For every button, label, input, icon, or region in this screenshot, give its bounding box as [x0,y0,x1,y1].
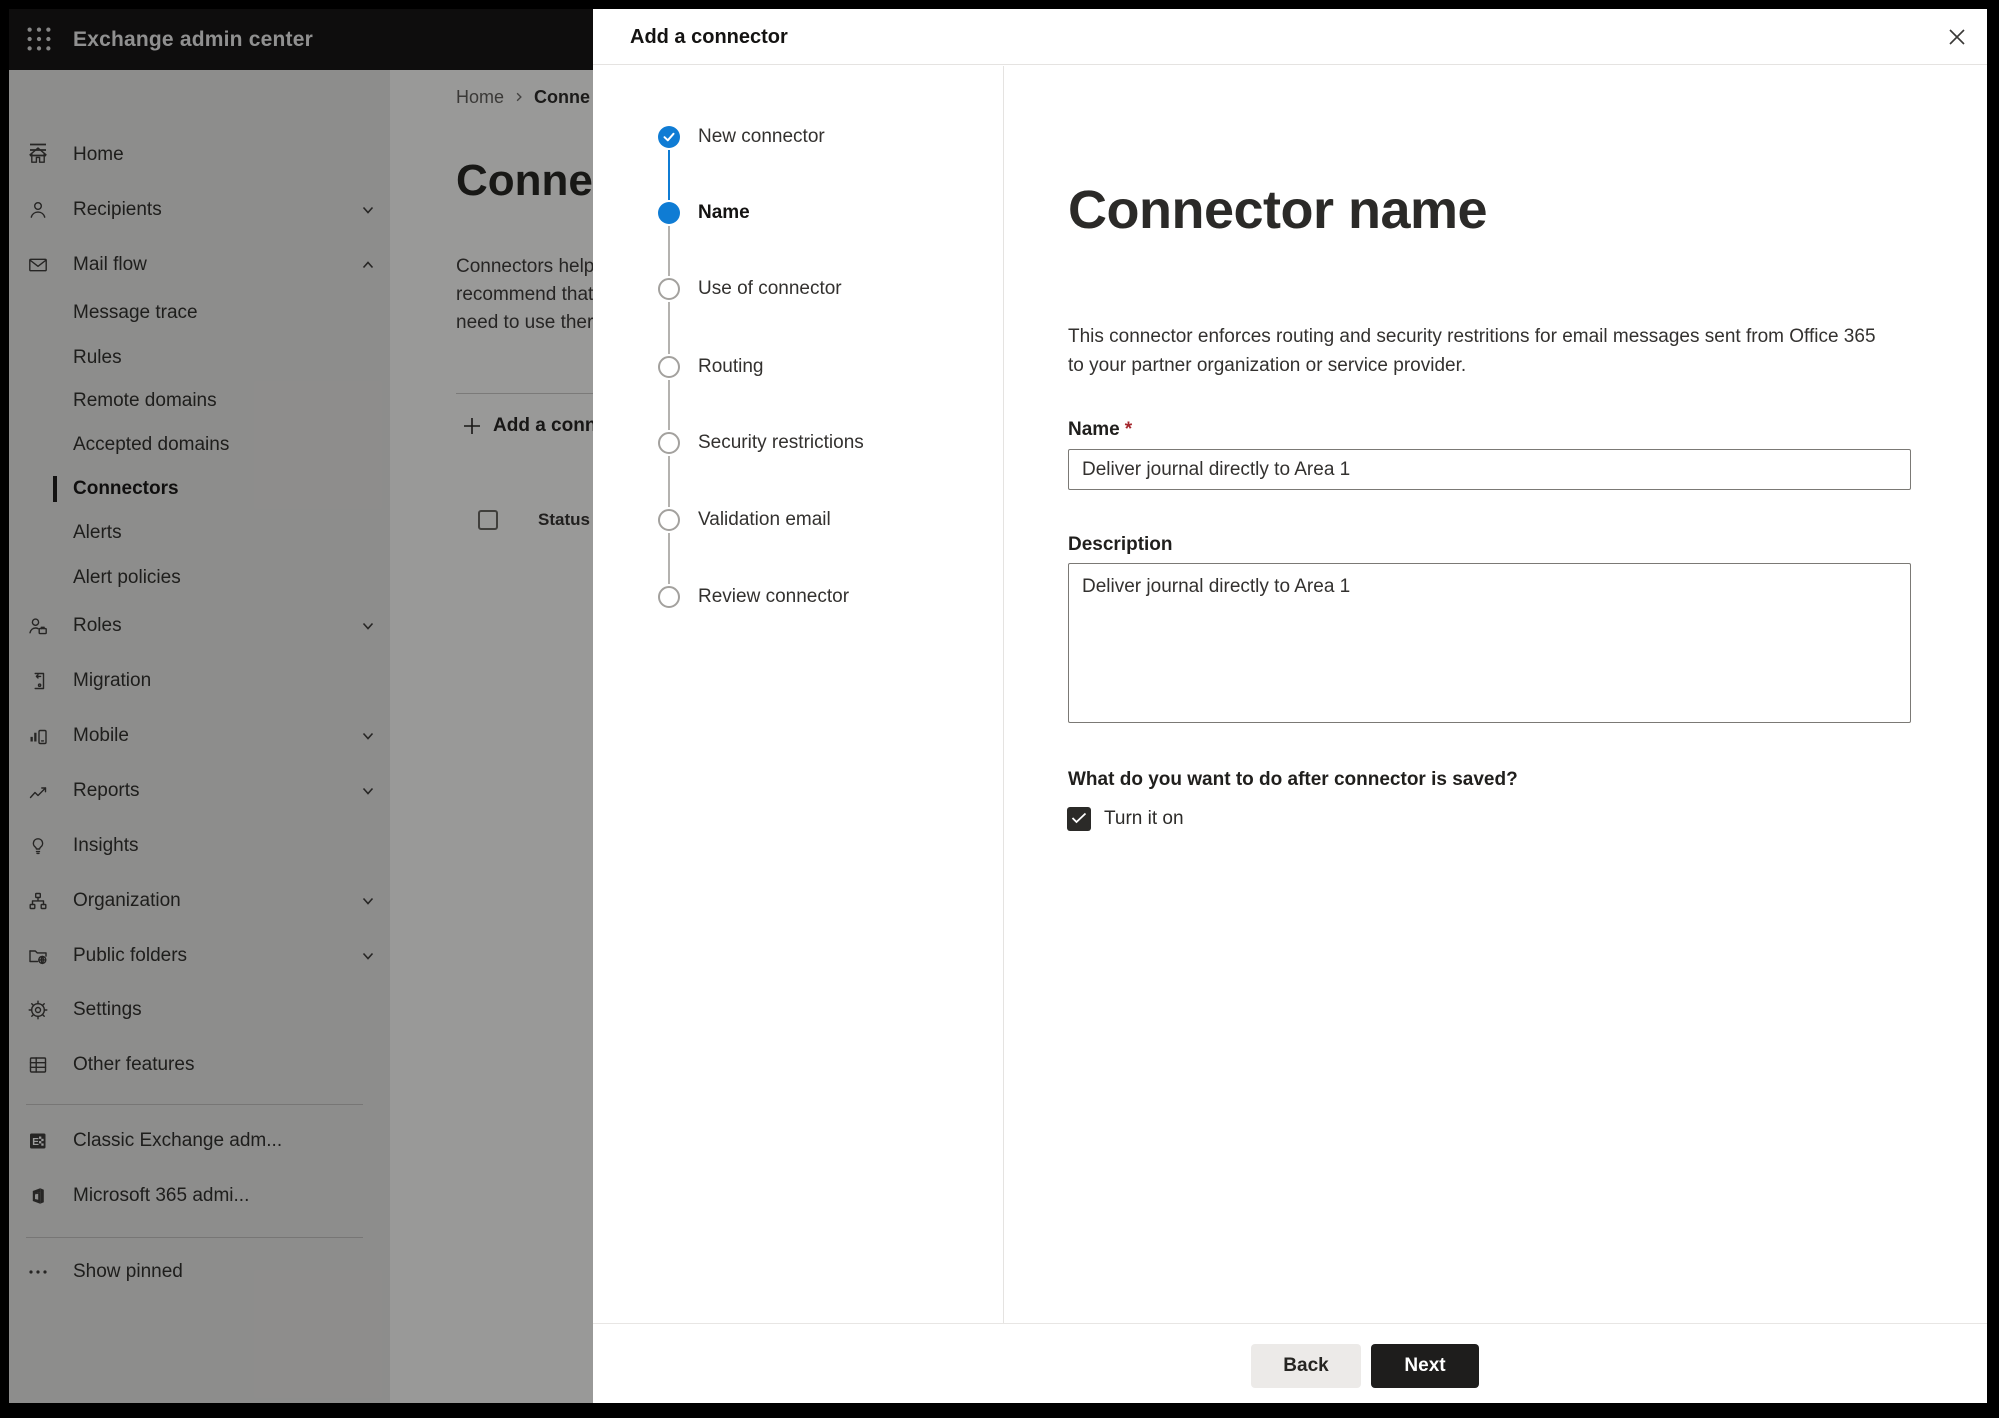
turn-it-on-checkbox[interactable] [1067,807,1091,831]
step-label: Routing [698,356,764,377]
dialog-title: Add a connector [630,26,788,48]
step-connector-line [668,302,670,354]
step-circle-current [658,202,680,224]
step-security-restrictions[interactable]: Security restrictions [593,430,1003,456]
close-icon[interactable] [1943,23,1971,51]
turn-it-on-label: Turn it on [1104,808,1184,829]
required-asterisk: * [1124,419,1133,440]
dialog-body: New connector Name Use of connector Routing… [593,66,1987,1323]
step-validation-email[interactable]: Validation email [593,507,1003,533]
screen: Exchange admin center Home Recipients Mail… [9,9,1987,1403]
step-intro-line: This connector enforces routing and secu… [1068,326,1876,347]
description-textarea[interactable]: Deliver journal directly to Area 1 [1068,563,1911,723]
next-button[interactable]: Next [1371,1344,1479,1388]
modal-scrim [9,9,593,1403]
step-connector-line [668,533,670,584]
step-circle-upcoming [658,278,680,300]
after-save-question: What do you want to do after connector i… [1068,769,1518,790]
step-circle-upcoming [658,356,680,378]
step-label: Validation email [698,509,831,530]
step-connector-line [668,150,670,200]
description-field-label: Description [1068,534,1173,555]
back-button[interactable]: Back [1251,1344,1361,1388]
step-connector-line [668,456,670,507]
add-connector-dialog: Add a connector New connector Name Use of … [593,9,1987,1403]
step-label: Use of connector [698,278,842,299]
dialog-footer: Back Next [593,1323,1987,1403]
step-routing[interactable]: Routing [593,354,1003,380]
wizard-step-content: Connector name This connector enforces r… [1005,66,1987,1323]
step-label: Name [698,202,750,223]
step-use-of-connector[interactable]: Use of connector [593,276,1003,302]
step-review-connector[interactable]: Review connector [593,584,1003,610]
step-circle-upcoming [658,509,680,531]
checkmark-icon [1071,812,1087,824]
step-intro: This connector enforces routing and secu… [1068,322,1876,380]
step-label: Security restrictions [698,432,864,453]
step-label: New connector [698,126,825,147]
step-name[interactable]: Name [593,200,1003,226]
step-new-connector[interactable]: New connector [593,124,1003,150]
step-intro-line: to your partner organization or service … [1068,355,1467,376]
step-connector-line [668,380,670,430]
name-field-label: Name * [1068,419,1133,440]
name-input[interactable] [1068,449,1911,490]
turn-it-on-checkbox-row[interactable]: Turn it on [1067,806,1184,832]
wizard-steps-panel: New connector Name Use of connector Routing… [593,66,1004,1323]
step-heading: Connector name [1068,180,1488,240]
dialog-header: Add a connector [593,9,1987,65]
step-circle-upcoming [658,432,680,454]
step-connector-line [668,226,670,276]
step-circle-upcoming [658,586,680,608]
step-label: Review connector [698,586,850,607]
step-circle-completed [658,126,680,148]
